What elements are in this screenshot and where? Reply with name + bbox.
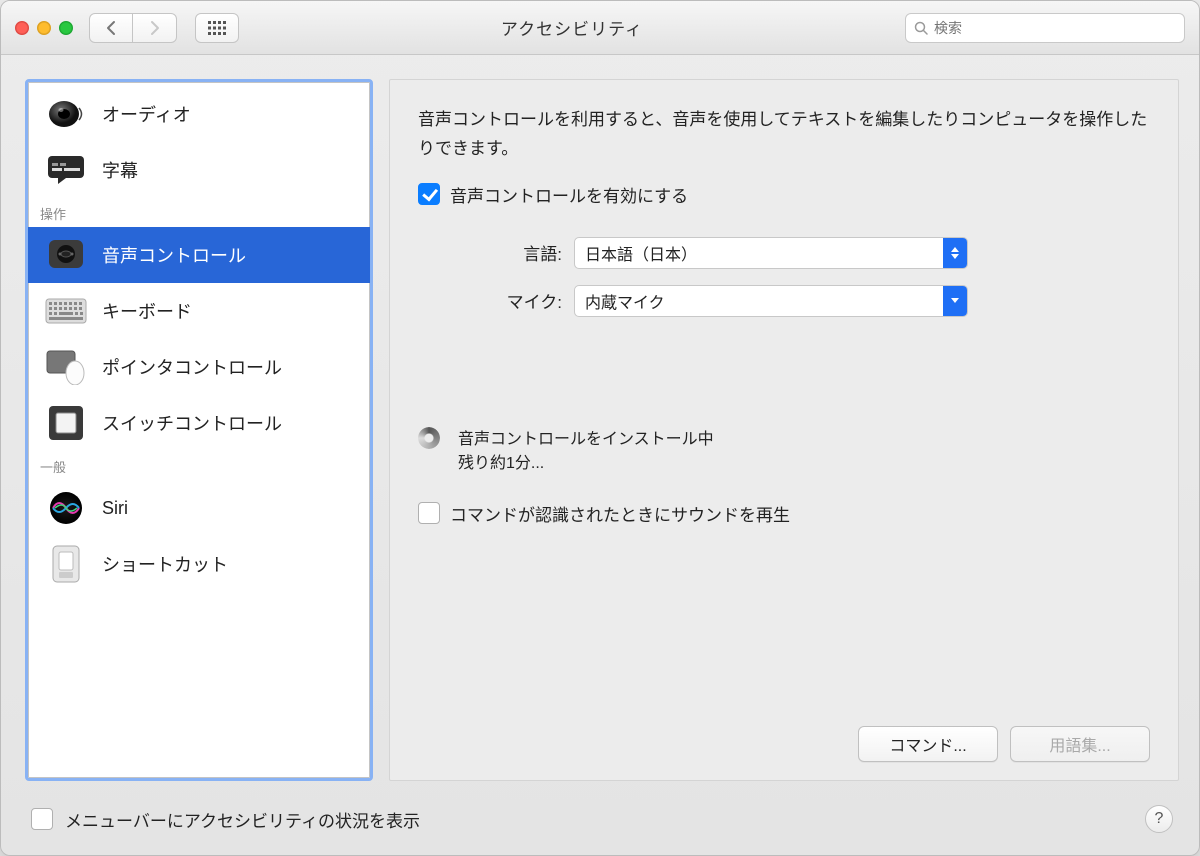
sidebar-item-label: 音声コントロール — [102, 242, 246, 268]
language-select[interactable]: 日本語（日本） — [574, 237, 968, 269]
show-all-button[interactable] — [195, 13, 239, 43]
category-sidebar[interactable]: オーディオ 字幕 操作 音声コントロール — [25, 79, 373, 781]
voice-control-options: 言語: 日本語（日本） マイク: 内蔵マイク — [474, 237, 1150, 333]
speaker-icon — [44, 96, 88, 132]
play-sound-row[interactable]: コマンドが認識されたときにサウンドを再生 — [418, 501, 1150, 526]
minimize-window-button[interactable] — [37, 21, 51, 35]
sidebar-item-label: ポインタコントロール — [102, 354, 282, 380]
microphone-row: マイク: 内蔵マイク — [474, 285, 1150, 317]
enable-voice-control-label: 音声コントロールを有効にする — [450, 182, 688, 207]
show-in-menubar-label: メニューバーにアクセシビリティの状況を表示 — [65, 807, 420, 832]
keyboard-icon — [44, 293, 88, 329]
sidebar-item-captions[interactable]: 字幕 — [28, 142, 370, 198]
microphone-value: 内蔵マイク — [585, 289, 665, 313]
microphone-select[interactable]: 内蔵マイク — [574, 285, 968, 317]
language-label: 言語: — [474, 240, 562, 265]
captions-icon — [44, 152, 88, 188]
sidebar-item-audio[interactable]: オーディオ — [28, 86, 370, 142]
sidebar-item-switch[interactable]: スイッチコントロール — [28, 395, 370, 451]
pane-buttons: コマンド... 用語集... — [418, 726, 1150, 762]
accessibility-window: アクセシビリティ オーディオ 字幕 — [0, 0, 1200, 856]
sidebar-item-label: スイッチコントロール — [102, 410, 282, 436]
main-area: オーディオ 字幕 操作 音声コントロール — [25, 79, 1179, 781]
close-window-button[interactable] — [15, 21, 29, 35]
sidebar-item-label: 字幕 — [102, 157, 138, 183]
siri-icon — [44, 490, 88, 526]
body: オーディオ 字幕 操作 音声コントロール — [1, 55, 1199, 855]
play-sound-label: コマンドが認識されたときにサウンドを再生 — [450, 501, 790, 526]
pointer-icon — [44, 349, 88, 385]
sidebar-item-siri[interactable]: Siri — [28, 480, 370, 536]
voice-control-icon — [44, 237, 88, 273]
sidebar-item-label: キーボード — [102, 298, 192, 324]
play-sound-checkbox[interactable] — [418, 502, 440, 524]
installing-line1: 音声コントロールをインストール中 — [458, 425, 714, 449]
search-icon — [914, 21, 928, 35]
help-button[interactable]: ? — [1145, 805, 1173, 833]
footer: メニューバーにアクセシビリティの状況を表示 ? — [25, 797, 1179, 843]
installing-line2: 残り約1分... — [458, 449, 714, 473]
chevron-down-icon — [943, 286, 967, 316]
pane-description: 音声コントロールを利用すると、音声を使用してテキストを編集したりコンピュータを操… — [418, 106, 1150, 164]
switch-icon — [44, 405, 88, 441]
sidebar-item-keyboard[interactable]: キーボード — [28, 283, 370, 339]
sidebar-item-label: ショートカット — [102, 551, 228, 577]
forward-button[interactable] — [133, 13, 177, 43]
show-in-menubar-checkbox[interactable] — [31, 808, 53, 830]
search-field[interactable] — [905, 13, 1185, 43]
sidebar-item-voice-control[interactable]: 音声コントロール — [28, 227, 370, 283]
settings-pane: 音声コントロールを利用すると、音声を使用してテキストを編集したりコンピュータを操… — [389, 79, 1179, 781]
installing-status: 音声コントロールをインストール中 残り約1分... — [418, 425, 1150, 473]
titlebar: アクセシビリティ — [1, 1, 1199, 55]
zoom-window-button[interactable] — [59, 21, 73, 35]
enable-voice-control-checkbox[interactable] — [418, 183, 440, 205]
shortcut-icon — [44, 546, 88, 582]
nav-buttons — [89, 13, 177, 43]
enable-voice-control-row[interactable]: 音声コントロールを有効にする — [418, 182, 1150, 207]
sidebar-item-pointer[interactable]: ポインタコントロール — [28, 339, 370, 395]
sidebar-item-shortcut[interactable]: ショートカット — [28, 536, 370, 592]
vocabulary-button[interactable]: 用語集... — [1010, 726, 1150, 762]
spinner-icon — [418, 427, 440, 449]
window-title: アクセシビリティ — [249, 15, 895, 40]
commands-button[interactable]: コマンド... — [858, 726, 998, 762]
microphone-label: マイク: — [474, 288, 562, 313]
updown-icon — [943, 238, 967, 268]
window-controls — [15, 21, 73, 35]
sidebar-item-label: オーディオ — [102, 101, 191, 127]
search-input[interactable] — [934, 20, 1176, 36]
sidebar-category-label: 操作 — [28, 198, 370, 227]
language-value: 日本語（日本） — [585, 241, 697, 265]
language-row: 言語: 日本語（日本） — [474, 237, 1150, 269]
sidebar-item-label: Siri — [102, 498, 128, 519]
sidebar-category-label: 一般 — [28, 451, 370, 480]
back-button[interactable] — [89, 13, 133, 43]
